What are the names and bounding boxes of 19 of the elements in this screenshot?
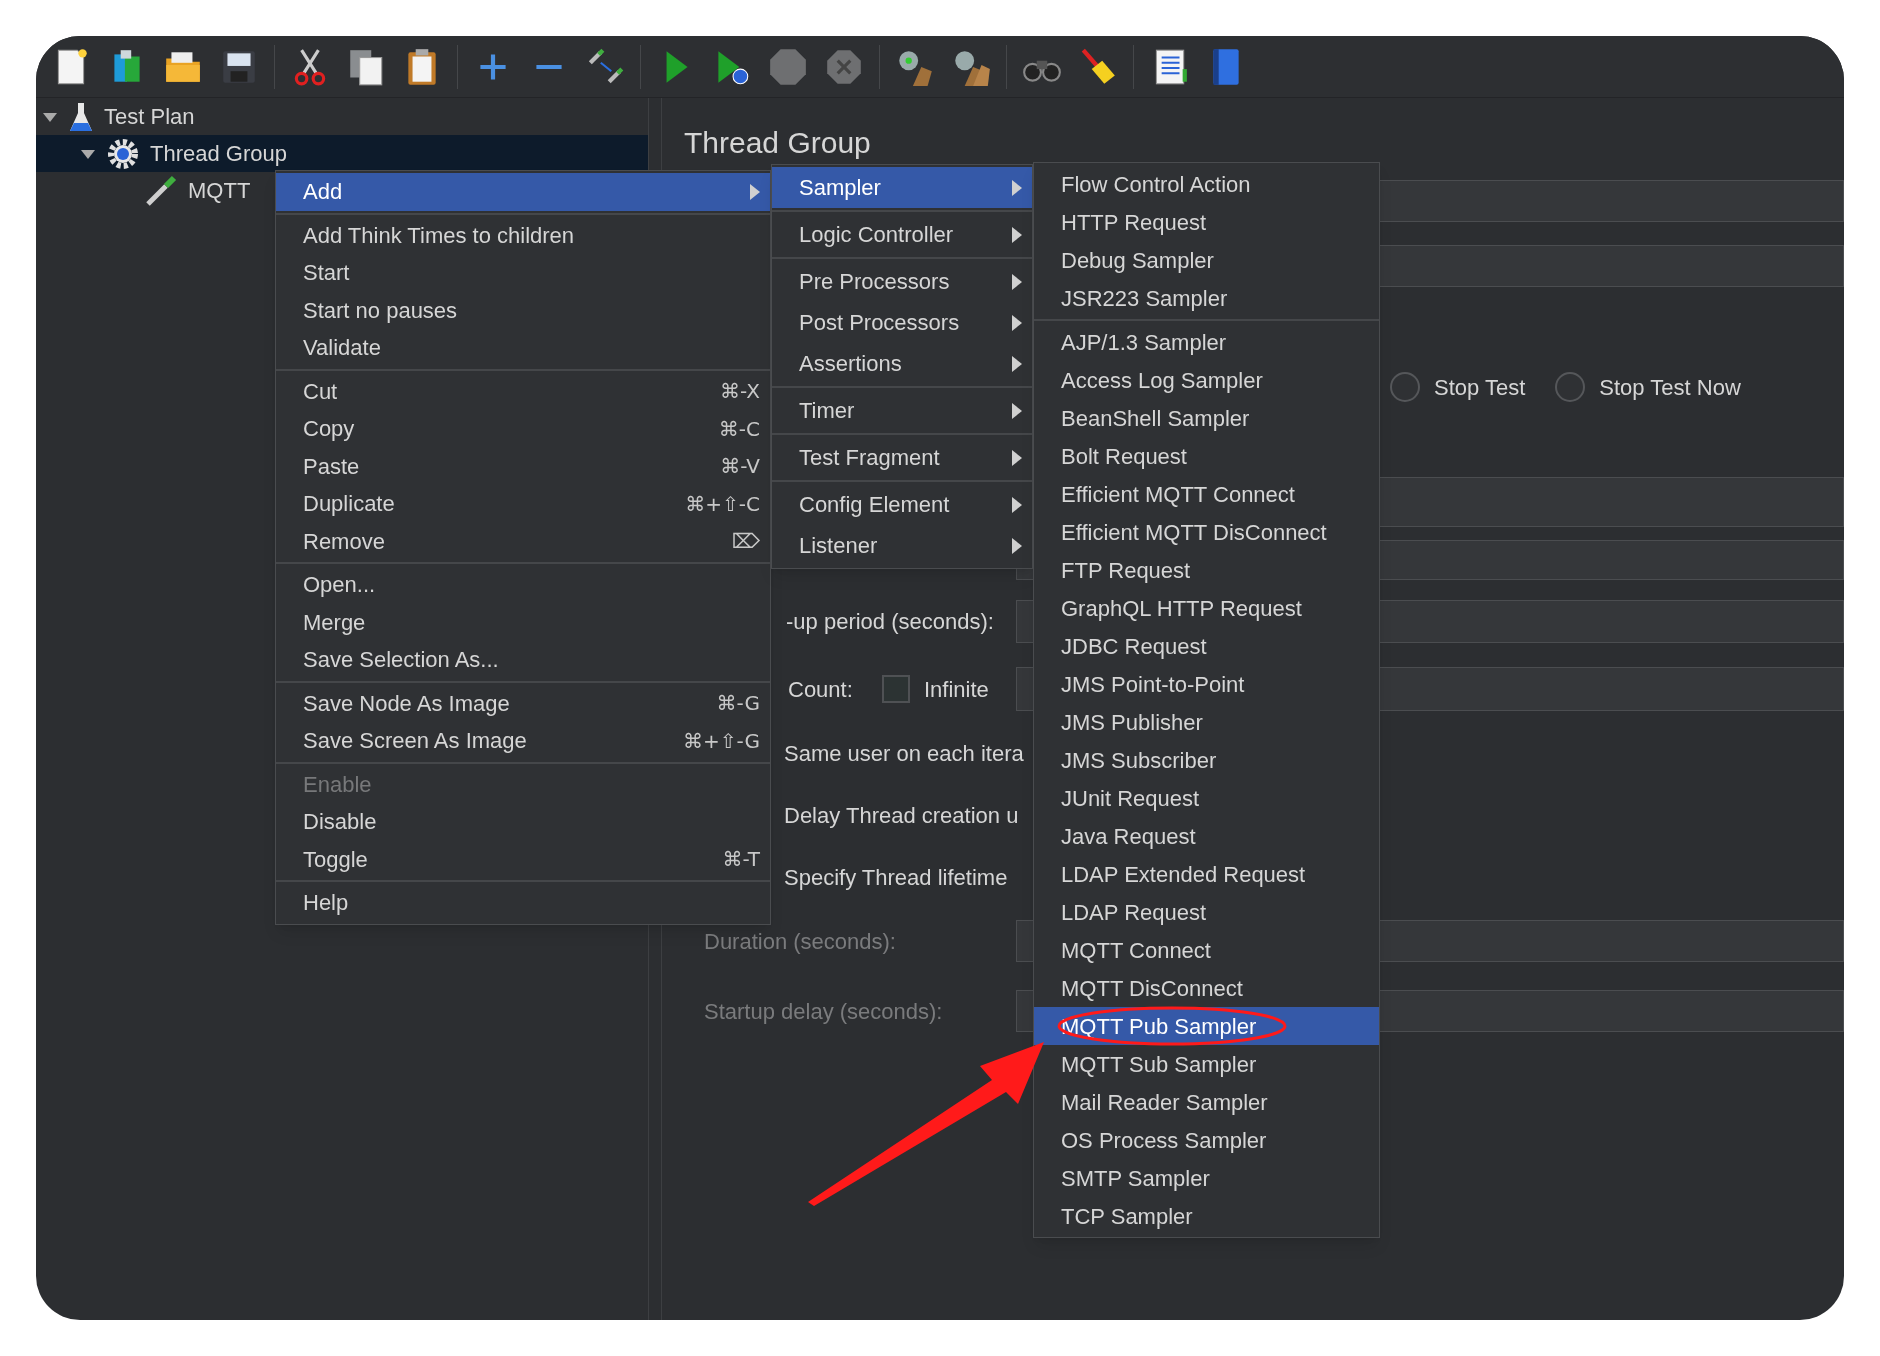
shortcut-label: ⌘-T [722, 846, 760, 874]
shortcut-label: ⌘-X [720, 378, 760, 406]
field-label: Duration (seconds): [704, 927, 897, 956]
tree-item-label: Test Plan [104, 103, 195, 131]
shortcut-label: ⌘+⇧-C [685, 490, 760, 518]
option-label: Delay Thread creation u [784, 801, 1019, 830]
field-label: Count: [788, 675, 854, 704]
shortcut-label: ⌘+⇧-G [683, 727, 760, 755]
panel-title: Thread Group [684, 125, 872, 161]
shortcut-label: ⌘-C [718, 415, 760, 443]
shortcut-label: ⌦ [731, 528, 760, 556]
shortcut-label: ⌘-V [720, 453, 760, 481]
tree-item-label: MQTT [188, 177, 251, 205]
field-label: Startup delay (seconds): [704, 997, 944, 1026]
option-label: Same user on each itera [784, 739, 1024, 768]
shortcut-label: ⌘-G [716, 690, 760, 718]
option-label: Specify Thread lifetime [784, 863, 1008, 892]
tree-item-label: Thread Group [150, 140, 287, 168]
field-label: -up period (seconds): [786, 608, 995, 636]
